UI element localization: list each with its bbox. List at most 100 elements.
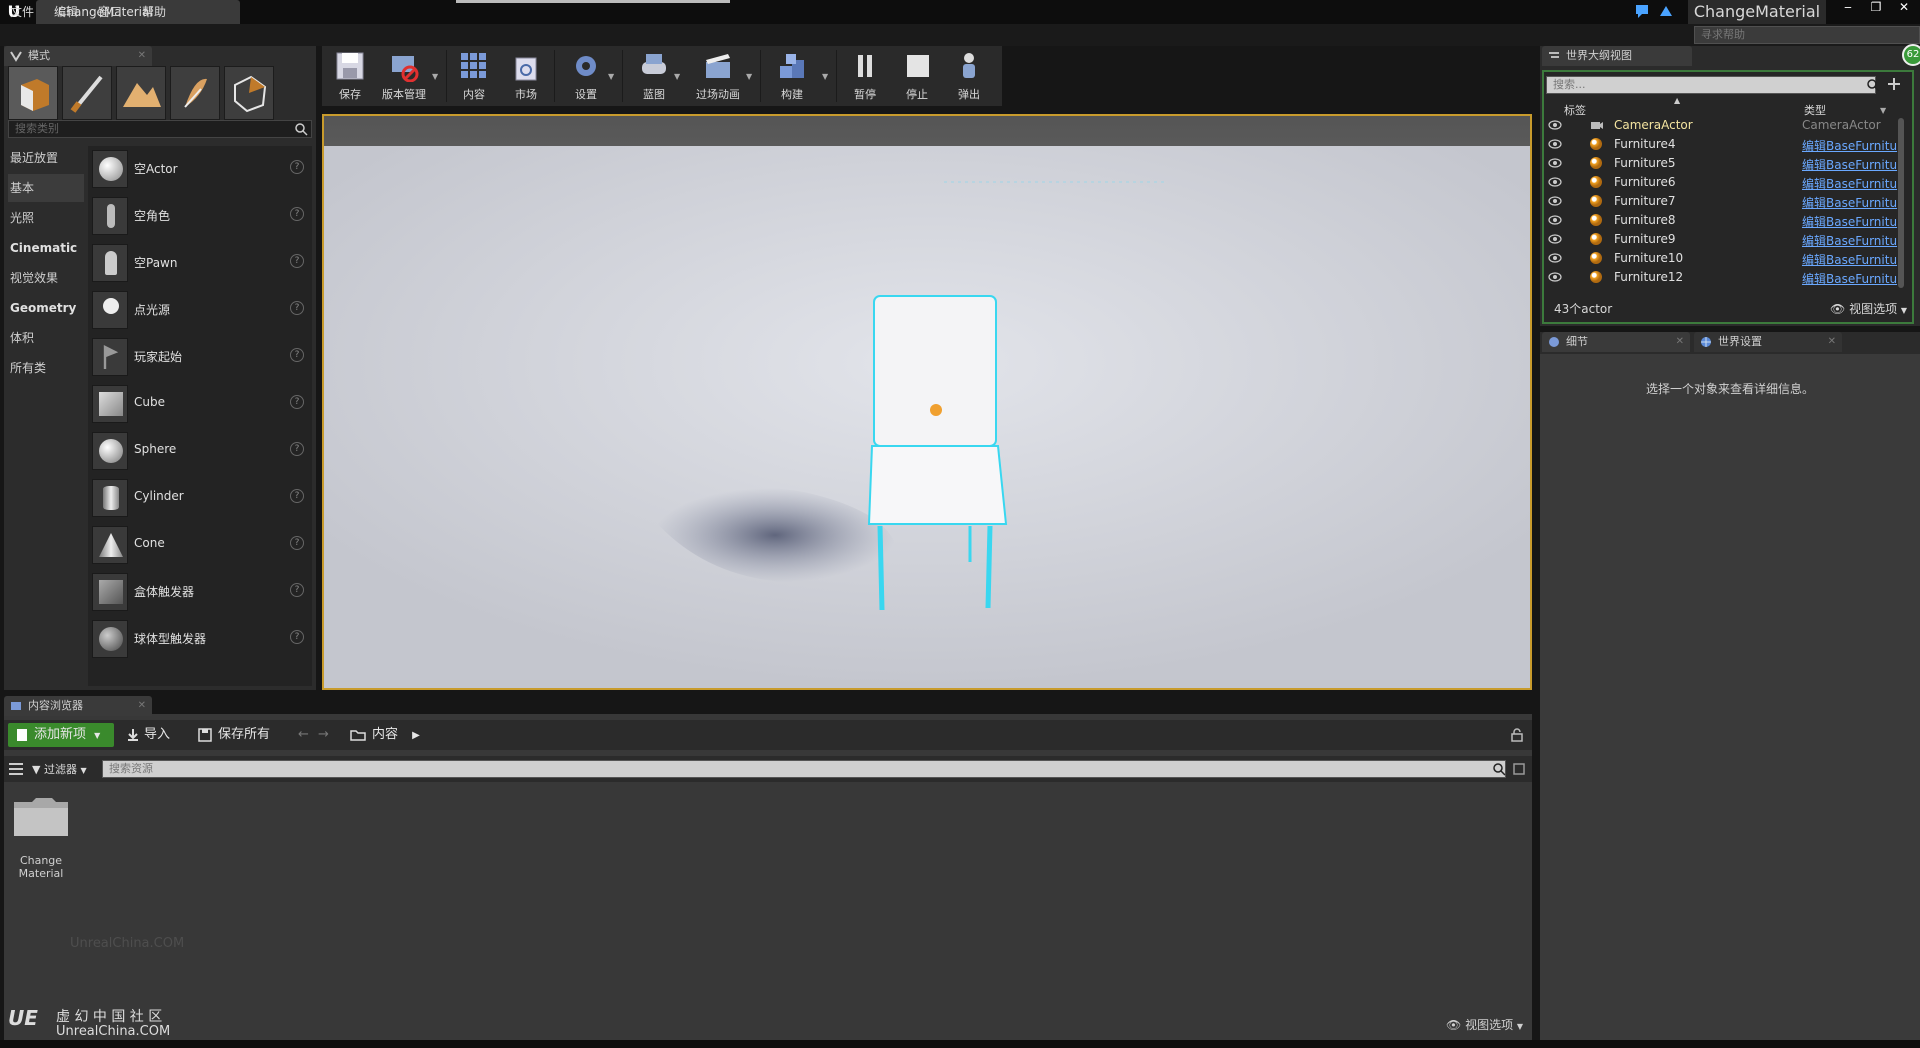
save-all-button[interactable]: 保存所有 [198, 723, 270, 747]
list-item[interactable]: 盒体触发器? [88, 569, 312, 616]
actor-type-link[interactable]: 编辑BaseFurnitu [1802, 251, 1897, 268]
list-item[interactable]: 点光源? [88, 287, 312, 334]
add-filter-icon[interactable] [1886, 76, 1902, 92]
actor-type-link[interactable]: 编辑BaseFurnitu [1802, 213, 1897, 230]
list-item[interactable]: Sphere? [88, 428, 312, 475]
help-search-input[interactable]: 寻求帮助 [1694, 26, 1920, 44]
visibility-eye-icon[interactable] [1548, 120, 1562, 130]
category-visual-effects[interactable]: 视觉效果 [8, 264, 84, 292]
actor-type-link[interactable]: 编辑BaseFurnitu [1802, 175, 1897, 192]
content-view-options-button[interactable]: 👁 视图选项 ▼ [1446, 1016, 1523, 1033]
paint-mode-button[interactable] [62, 66, 112, 120]
visibility-eye-icon[interactable] [1548, 215, 1562, 225]
content-button[interactable]: 内容 [450, 46, 498, 106]
category-volumes[interactable]: 体积 [8, 324, 84, 352]
close-button[interactable]: ✕ [1890, 0, 1918, 16]
table-row[interactable]: Furniture12 编辑BaseFurnitu [1546, 268, 1902, 287]
list-item[interactable]: 空Pawn? [88, 240, 312, 287]
visibility-eye-icon[interactable] [1548, 139, 1562, 149]
table-row[interactable]: Furniture8 编辑BaseFurnitu [1546, 211, 1902, 230]
visibility-eye-icon[interactable] [1548, 158, 1562, 168]
chevron-down-icon[interactable]: ▼ [674, 72, 680, 81]
path-breadcrumb[interactable]: 内容 ▶ [348, 723, 420, 747]
minimize-button[interactable]: ‒ [1834, 0, 1862, 16]
notification-icons[interactable] [1632, 2, 1680, 22]
chevron-down-icon[interactable]: ▼ [746, 72, 752, 81]
help-icon[interactable]: ? [290, 536, 304, 550]
visibility-eye-icon[interactable] [1548, 272, 1562, 282]
table-row[interactable]: Furniture7 编辑BaseFurnitu [1546, 192, 1902, 211]
visibility-eye-icon[interactable] [1548, 253, 1562, 263]
table-row[interactable]: Furniture6 编辑BaseFurnitu [1546, 173, 1902, 192]
table-row[interactable]: Furniture10 编辑BaseFurnitu [1546, 249, 1902, 268]
visibility-eye-icon[interactable] [1548, 234, 1562, 244]
lock-icon[interactable] [1510, 728, 1524, 742]
folder-tile[interactable]: Change Material [10, 792, 72, 882]
eject-button[interactable]: 弹出 [944, 46, 994, 106]
close-tab-icon[interactable]: ✕ [138, 696, 146, 716]
help-icon[interactable]: ? [290, 160, 304, 174]
close-tab-icon[interactable]: ✕ [1676, 332, 1684, 352]
foliage-mode-button[interactable] [170, 66, 220, 120]
notification-icon[interactable] [1632, 2, 1680, 20]
table-row[interactable]: Furniture9 编辑BaseFurnitu [1546, 230, 1902, 249]
table-row[interactable]: Furniture4 编辑BaseFurnitu [1546, 135, 1902, 154]
landscape-mode-button[interactable] [116, 66, 166, 120]
pivot-icon[interactable] [930, 404, 942, 416]
place-mode-button[interactable] [8, 66, 58, 120]
actor-type-link[interactable]: 编辑BaseFurnitu [1802, 156, 1897, 173]
level-viewport[interactable] [322, 114, 1532, 690]
import-button[interactable]: 导入 [126, 723, 170, 747]
tab-world-outliner[interactable]: 世界大纲视图 [1542, 46, 1692, 66]
list-item[interactable]: 玩家起始? [88, 334, 312, 381]
actor-type-link[interactable]: 编辑BaseFurnitu [1802, 194, 1897, 211]
tab-details[interactable]: 细节 ✕ [1542, 332, 1690, 352]
list-item[interactable]: 空Actor? [88, 146, 312, 193]
build-button[interactable]: 构建 [764, 46, 820, 106]
sources-toggle-icon[interactable] [8, 762, 24, 776]
close-tab-icon[interactable]: ✕ [138, 46, 146, 66]
tab-content-browser[interactable]: 内容浏览器 ✕ [4, 696, 152, 716]
list-item[interactable]: 空角色? [88, 193, 312, 240]
close-tab-icon[interactable]: ✕ [1828, 332, 1836, 352]
chevron-down-icon[interactable]: ▼ [1880, 106, 1886, 115]
menu-edit[interactable]: 编辑 [54, 3, 78, 19]
settings-button[interactable]: 设置 [558, 46, 614, 106]
list-item[interactable]: 球体型触发器? [88, 616, 312, 663]
actor-type-link[interactable]: 编辑BaseFurnitu [1802, 137, 1897, 154]
table-row[interactable]: CameraActor CameraActor [1546, 116, 1902, 135]
category-lighting[interactable]: 光照 [8, 204, 84, 232]
list-item[interactable]: Cylinder? [88, 475, 312, 522]
chevron-down-icon[interactable]: ▼ [432, 72, 438, 81]
help-icon[interactable]: ? [290, 583, 304, 597]
pause-button[interactable]: 暂停 [840, 46, 890, 106]
source-control-button[interactable]: 版本管理 [376, 46, 432, 106]
actor-type-link[interactable]: 编辑BaseFurnitu [1802, 232, 1897, 249]
save-search-icon[interactable] [1512, 762, 1526, 776]
actor-type-link[interactable]: 编辑BaseFurnitu [1802, 270, 1897, 287]
visibility-eye-icon[interactable] [1548, 196, 1562, 206]
help-icon[interactable]: ? [290, 442, 304, 456]
chevron-down-icon[interactable]: ▼ [608, 72, 614, 81]
cinematics-button[interactable]: 过场动画 [686, 46, 750, 106]
save-button[interactable]: 保存 [326, 46, 374, 106]
forward-arrow-icon[interactable]: → [318, 723, 329, 747]
category-all-classes[interactable]: 所有类 [8, 354, 84, 382]
category-recent[interactable]: 最近放置 [8, 144, 84, 172]
list-item[interactable]: Cone? [88, 522, 312, 569]
tab-modes[interactable]: 模式 ✕ [4, 46, 152, 66]
help-icon[interactable]: ? [290, 348, 304, 362]
category-basic[interactable]: 基本 [8, 174, 84, 202]
outliner-search-input[interactable]: 搜索... [1546, 76, 1876, 94]
help-icon[interactable]: ? [290, 207, 304, 221]
help-icon[interactable]: ? [290, 630, 304, 644]
drag-handle[interactable] [456, 0, 730, 3]
add-new-button[interactable]: 添加新项 ▼ [8, 723, 114, 747]
list-item[interactable]: Cube? [88, 381, 312, 428]
help-icon[interactable]: ? [290, 395, 304, 409]
chevron-down-icon[interactable]: ▼ [822, 72, 828, 81]
outliner-view-options-button[interactable]: 👁 视图选项 ▼ [1830, 300, 1907, 317]
table-row[interactable]: Furniture5 编辑BaseFurnitu [1546, 154, 1902, 173]
marketplace-button[interactable]: 市场 [502, 46, 550, 106]
modes-search-input[interactable]: 搜索类别 [8, 120, 312, 138]
